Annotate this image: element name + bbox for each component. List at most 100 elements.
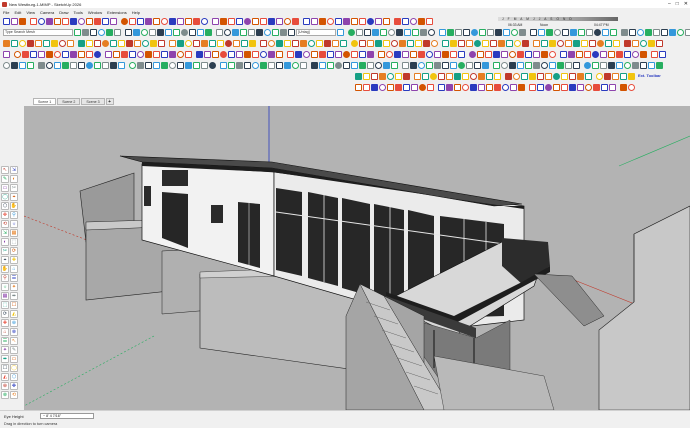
toolbar-tool-icon[interactable] <box>493 61 500 69</box>
toolbar-tool-icon[interactable] <box>355 72 362 80</box>
tool-icon[interactable]: ⚲ <box>10 211 18 219</box>
toolbar-tool-icon[interactable] <box>454 72 461 80</box>
toolbar-tool-icon[interactable] <box>371 83 378 91</box>
toolbar-tool-icon[interactable] <box>391 61 398 69</box>
toolbar-tool-icon[interactable] <box>216 28 223 36</box>
tool-icon[interactable]: ⇲ <box>1 229 9 237</box>
add-scene-button[interactable]: + <box>105 98 114 105</box>
tool-icon[interactable]: ⌖ <box>1 256 9 264</box>
toolbar-tool-icon[interactable] <box>518 83 525 91</box>
tool-icon[interactable]: ☼ <box>10 220 18 228</box>
tool-icon[interactable]: ✥ <box>1 211 9 219</box>
toolbar-tool-icon[interactable] <box>359 17 366 25</box>
toolbar-tool-icon[interactable] <box>67 39 74 47</box>
toolbar-tool-icon[interactable] <box>387 83 394 91</box>
toolbar-tool-icon[interactable] <box>541 50 548 58</box>
tool-icon[interactable]: ▦ <box>10 229 18 237</box>
toolbar-tool-icon[interactable] <box>59 39 66 47</box>
toolbar-tool-icon[interactable] <box>244 17 251 25</box>
toolbar-tool-icon[interactable] <box>38 61 45 69</box>
toolbar-tool-icon[interactable] <box>252 17 259 25</box>
toolbar-tool-icon[interactable] <box>511 28 518 36</box>
toolbar-tool-icon[interactable] <box>141 28 148 36</box>
toolbar-tool-icon[interactable] <box>648 61 655 69</box>
toolbar-tool-icon[interactable] <box>249 39 256 47</box>
toolbar-tool-icon[interactable] <box>260 17 267 25</box>
toolbar-tool-icon[interactable] <box>478 83 485 91</box>
toolbar-tool-icon[interactable] <box>561 72 568 80</box>
menu-extensions[interactable]: Extensions <box>107 10 127 15</box>
toolbar-tool-icon[interactable] <box>332 39 339 47</box>
toolbar-tool-icon[interactable] <box>549 61 556 69</box>
toolbar-tool-icon[interactable] <box>608 50 615 58</box>
toolbar-tool-icon[interactable] <box>19 61 26 69</box>
toolbar-tool-icon[interactable] <box>276 61 283 69</box>
toolbar-tool-icon[interactable] <box>414 72 421 80</box>
toolbar-tool-icon[interactable] <box>319 61 326 69</box>
toolbar-tool-icon[interactable] <box>311 50 318 58</box>
toolbar-tool-icon[interactable] <box>513 72 520 80</box>
toolbar-tool-icon[interactable] <box>371 72 378 80</box>
toolbar-tool-icon[interactable] <box>422 72 429 80</box>
toolbar-tool-icon[interactable] <box>161 17 168 25</box>
tool-icon[interactable]: ◯ <box>10 364 18 372</box>
tool-icon[interactable]: ☼ <box>1 283 9 291</box>
toolbar-tool-icon[interactable] <box>403 83 410 91</box>
toolbar-tool-icon[interactable] <box>129 61 136 69</box>
toolbar-tool-icon[interactable] <box>505 72 512 80</box>
tool-icon[interactable]: ⇲ <box>10 166 18 174</box>
toolbar-tool-icon[interactable] <box>193 39 200 47</box>
toolbar-tool-icon[interactable] <box>359 50 366 58</box>
toolbar-tool-icon[interactable] <box>244 50 251 58</box>
toolbar-tool-icon[interactable] <box>133 28 140 36</box>
toolbar-tool-icon[interactable] <box>86 17 93 25</box>
toolbar-tool-icon[interactable] <box>236 17 243 25</box>
toolbar-tool-icon[interactable] <box>394 50 401 58</box>
toolbar-tool-icon[interactable] <box>458 61 465 69</box>
scene-tab-1[interactable]: Scene 1 <box>33 98 57 105</box>
toolbar-tool-icon[interactable] <box>584 50 591 58</box>
toolbar-tool-icon[interactable] <box>343 50 350 58</box>
toolbar-tool-icon[interactable] <box>412 28 419 36</box>
toolbar-tool-icon[interactable] <box>391 39 398 47</box>
toolbar-tool-icon[interactable] <box>3 39 10 47</box>
toolbar-tool-icon[interactable] <box>637 28 644 36</box>
toolbar-tool-icon[interactable] <box>78 50 85 58</box>
toolbar-tool-icon[interactable] <box>521 72 528 80</box>
toolbar-tool-icon[interactable] <box>228 17 235 25</box>
menu-camera[interactable]: Camera <box>40 10 54 15</box>
toolbar-tool-icon[interactable] <box>284 17 291 25</box>
toolbar-tool-icon[interactable] <box>549 50 556 58</box>
tool-icon[interactable]: ▦ <box>1 292 9 300</box>
tool-icon[interactable]: ☐ <box>1 364 9 372</box>
toolbar-tool-icon[interactable] <box>110 39 117 47</box>
toolbar-tool-icon[interactable] <box>169 17 176 25</box>
toolbar-tool-icon[interactable] <box>153 17 160 25</box>
toolbar-tool-icon[interactable] <box>268 50 275 58</box>
toolbar-tool-icon[interactable] <box>212 17 219 25</box>
toolbar-tool-icon[interactable] <box>608 61 615 69</box>
toolbar-tool-icon[interactable] <box>434 50 441 58</box>
menu-tools[interactable]: Tools <box>74 10 83 15</box>
toolbar-tool-icon[interactable] <box>533 61 540 69</box>
toolbar-tool-icon[interactable] <box>629 28 636 36</box>
toolbar-tool-icon[interactable] <box>158 39 165 47</box>
toolbar-tool-icon[interactable] <box>86 61 93 69</box>
toolbar-tool-icon[interactable] <box>284 39 291 47</box>
toolbar-tool-icon[interactable] <box>276 39 283 47</box>
toolbar-tool-icon[interactable] <box>418 61 425 69</box>
toolbar-tool-icon[interactable] <box>276 17 283 25</box>
toolbar-tool-icon[interactable] <box>632 39 639 47</box>
toolbar-tool-icon[interactable] <box>594 28 601 36</box>
toolbar-tool-icon[interactable] <box>153 61 160 69</box>
toolbar-tool-icon[interactable] <box>431 39 438 47</box>
model-viewport[interactable] <box>24 106 690 410</box>
toolbar-tool-icon[interactable] <box>600 61 607 69</box>
toolbar-tool-icon[interactable] <box>557 61 564 69</box>
toolbar-tool-icon[interactable] <box>601 83 608 91</box>
toolbar-tool-icon[interactable] <box>38 50 45 58</box>
toolbar-tool-icon[interactable] <box>501 61 508 69</box>
toolbar-tool-icon[interactable] <box>454 83 461 91</box>
toolbar-tool-icon[interactable] <box>19 39 26 47</box>
toolbar-tool-icon[interactable] <box>478 72 485 80</box>
